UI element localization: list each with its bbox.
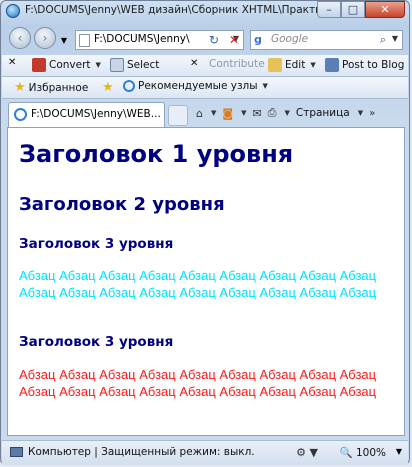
edit-icon — [268, 58, 282, 72]
select-label: Select — [127, 59, 160, 71]
tab-label: F:\DOCUMS\Jenny\WEB... — [31, 108, 161, 120]
computer-icon — [10, 447, 23, 457]
window-controls: – □ ✕ — [317, 1, 405, 18]
stop-icon: ✕ — [228, 33, 240, 47]
close-toolbar-button-2[interactable]: ✕ — [190, 58, 198, 69]
page-content: Заголовок 1 уровня Заголовок 2 уровня За… — [7, 127, 405, 436]
address-text: F:\DOCUMS\Jenny\ — [94, 33, 190, 45]
new-tab-button[interactable] — [168, 105, 188, 126]
suggested-sites-button[interactable]: Рекомендуемые узлы ▼ — [123, 80, 268, 92]
search-box[interactable]: g Google ⌕ ▼ — [250, 30, 403, 50]
maximize-button[interactable]: □ — [341, 1, 365, 18]
close-toolbar-button[interactable]: ✕ — [8, 57, 16, 68]
pdf-convert-icon — [32, 58, 46, 72]
ie-icon — [14, 108, 27, 121]
close-window-button[interactable]: ✕ — [365, 1, 405, 18]
recent-pages-dropdown[interactable]: ▼ — [57, 30, 71, 50]
status-bar: Компьютер | Защищенный режим: выкл. ⚙ ▼ … — [2, 440, 408, 465]
edit-label: Edit — [285, 59, 306, 71]
window-title: F:\DOCUMS\Jenny\WEB дизайн\Сборник XHTML… — [25, 4, 325, 16]
blog-icon — [325, 58, 339, 72]
command-toolbar: ✕ Convert ▼ Select ✕ Contribute Edit ▼ P… — [2, 55, 408, 77]
favorites-label: Избранное — [28, 81, 89, 94]
forward-arrow-icon: › — [42, 31, 48, 45]
feeds-icon[interactable]: ◙ — [222, 107, 233, 120]
security-zone-text: Компьютер | Защищенный режим: выкл. — [28, 446, 255, 458]
post-to-blog-button[interactable]: Post to Blog — [325, 58, 404, 72]
chevron-down-icon: ▼ — [262, 82, 268, 90]
mail-icon[interactable]: ✉ — [252, 107, 261, 120]
add-favorite-button[interactable]: ★ — [102, 80, 114, 95]
zoom-level[interactable]: 🔍 100% — [340, 446, 386, 459]
forward-button[interactable]: › — [34, 27, 56, 49]
tab-tools: ⌂ ▼ ◙ ▼ ✉ ⎙ ▼ Страница ▼ » — [196, 106, 375, 120]
tab-row: F:\DOCUMS\Jenny\WEB... ⌂ ▼ ◙ ▼ ✉ ⎙ ▼ Стр… — [2, 99, 408, 127]
search-icon[interactable]: ⌕ — [380, 33, 386, 47]
search-options-dropdown-icon[interactable]: ▼ — [392, 34, 398, 43]
chevron-down-icon[interactable]: ▼ — [284, 109, 289, 117]
more-tools-icon[interactable]: » — [369, 108, 375, 119]
star-icon: ★ — [14, 80, 26, 95]
close-icon: ✕ — [8, 57, 17, 68]
contribute-button[interactable]: Contribute — [209, 58, 265, 70]
edit-button[interactable]: Edit ▼ — [268, 58, 316, 72]
paragraph-cyan: Абзац Абзац Абзац Абзац Абзац Абзац Абза… — [19, 268, 377, 300]
chevron-down-icon[interactable]: ▼ — [211, 109, 216, 117]
back-arrow-icon: ‹ — [17, 31, 23, 45]
heading-level-3-second: Заголовок 3 уровня — [19, 334, 174, 350]
chevron-down-icon: ▼ — [310, 61, 316, 69]
add-favorite-icon: ★ — [102, 80, 114, 95]
favorites-bar: ★ Избранное ★ Рекомендуемые узлы ▼ — [2, 77, 408, 99]
home-icon[interactable]: ⌂ — [196, 107, 203, 120]
suggested-sites-label: Рекомендуемые узлы — [138, 80, 258, 92]
google-icon: g — [254, 33, 262, 46]
zoom-value: 100% — [355, 447, 386, 459]
close-icon: ✕ — [190, 58, 199, 69]
convert-button[interactable]: Convert ▼ — [32, 58, 101, 72]
convert-label: Convert — [49, 59, 91, 71]
page-icon — [79, 34, 90, 47]
tab-current[interactable]: F:\DOCUMS\Jenny\WEB... — [8, 102, 165, 127]
chevron-down-icon[interactable]: ▼ — [358, 109, 363, 117]
ie-icon — [123, 80, 135, 92]
contribute-label: Contribute — [209, 58, 265, 70]
favorites-button[interactable]: ★ Избранное — [14, 80, 88, 95]
navigation-bar: ‹ › ▼ F:\DOCUMS\Jenny\ ▼ ↻ ✕ g Google ⌕ … — [1, 23, 409, 55]
zoom-dropdown-icon[interactable]: ▼ — [396, 447, 402, 456]
browser-window: F:\DOCUMS\Jenny\WEB дизайн\Сборник XHTML… — [0, 0, 410, 465]
heading-level-1: Заголовок 1 уровня — [19, 140, 294, 168]
chevron-down-icon[interactable]: ▼ — [241, 109, 246, 117]
protected-mode-icon[interactable]: ⚙ ▼ — [296, 446, 318, 459]
select-icon — [110, 58, 124, 72]
stop-button[interactable]: ✕ — [224, 30, 244, 50]
paragraph-red: Абзац Абзац Абзац Абзац Абзац Абзац Абза… — [19, 367, 377, 399]
back-button[interactable]: ‹ — [9, 27, 31, 49]
refresh-icon: ↻ — [208, 33, 220, 47]
chevron-down-icon: ▼ — [95, 61, 101, 69]
search-placeholder: Google — [271, 33, 309, 45]
heading-level-3-first: Заголовок 3 уровня — [19, 236, 174, 252]
select-button[interactable]: Select — [110, 58, 159, 72]
print-icon[interactable]: ⎙ — [268, 106, 277, 120]
minimize-button[interactable]: – — [317, 1, 341, 18]
post-to-blog-label: Post to Blog — [342, 59, 405, 71]
refresh-button[interactable]: ↻ — [204, 30, 224, 50]
page-menu-button[interactable]: Страница — [296, 107, 350, 119]
ie-app-icon — [6, 4, 20, 18]
title-bar: F:\DOCUMS\Jenny\WEB дизайн\Сборник XHTML… — [1, 1, 409, 21]
heading-level-2: Заголовок 2 уровня — [19, 194, 225, 215]
